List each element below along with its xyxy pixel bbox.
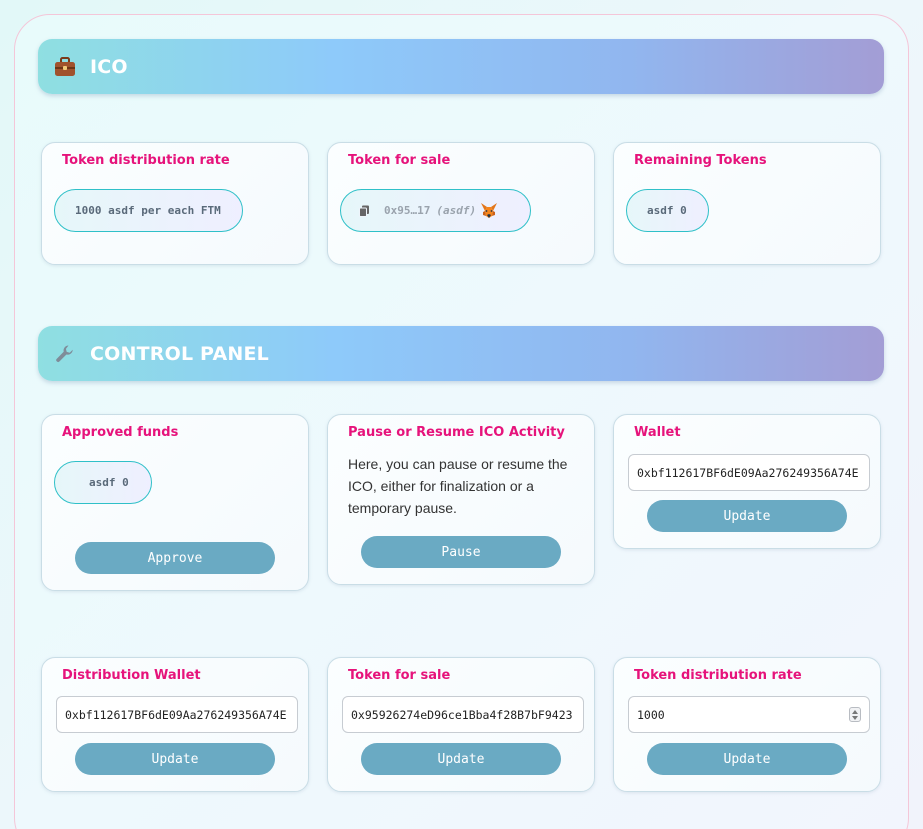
control-panel-header: CONTROL PANEL xyxy=(38,326,884,381)
wallet-update-button[interactable]: Update xyxy=(647,500,847,532)
token-address: 0x95…17 xyxy=(384,204,431,217)
distribution-rate-input-value: 1000 xyxy=(637,707,665,722)
pause-resume-card: Pause or Resume ICO Activity Here, you c… xyxy=(327,414,595,585)
control-panel-title: CONTROL PANEL xyxy=(90,342,269,365)
remaining-tokens-value: asdf 0 xyxy=(626,189,709,232)
number-stepper[interactable] xyxy=(849,707,861,722)
token-symbol: (asdf) xyxy=(436,204,477,217)
distribution-wallet-input[interactable]: 0xbf112617BF6dE09Aa276249356A74E xyxy=(56,696,298,733)
card-title: Wallet xyxy=(634,425,681,440)
copy-icon[interactable] xyxy=(359,205,370,217)
wallet-card: Wallet 0xbf112617BF6dE09Aa276249356A74E … xyxy=(613,414,881,549)
distribution-rate-update-button[interactable]: Update xyxy=(647,743,847,775)
approved-funds-card: Approved funds asdf 0 Approve xyxy=(41,414,309,591)
briefcase-icon xyxy=(54,56,76,78)
approve-button[interactable]: Approve xyxy=(75,542,275,574)
metamask-fox-icon[interactable] xyxy=(480,202,498,219)
distribution-rate-input[interactable]: 1000 xyxy=(628,696,870,733)
token-for-sale-edit-card: Token for sale 0x95926274eD96ce1Bba4f28B… xyxy=(327,657,595,792)
card-title: Approved funds xyxy=(62,425,179,440)
card-title: Token distribution rate xyxy=(634,668,802,683)
ico-section-header: ICO xyxy=(38,39,884,94)
card-title: Token for sale xyxy=(348,668,451,683)
approved-funds-value: asdf 0 xyxy=(54,461,152,504)
distribution-rate-edit-card: Token distribution rate 1000 Update xyxy=(613,657,881,792)
remaining-tokens-card: Remaining Tokens asdf 0 xyxy=(613,142,881,265)
token-for-sale-input[interactable]: 0x95926274eD96ce1Bba4f28B7bF9423 xyxy=(342,696,584,733)
pause-button[interactable]: Pause xyxy=(361,536,561,568)
card-title: Distribution Wallet xyxy=(62,668,201,683)
wallet-input[interactable]: 0xbf112617BF6dE09Aa276249356A74E xyxy=(628,454,870,491)
pause-resume-description: Here, you can pause or resume the ICO, e… xyxy=(348,456,568,516)
card-title: Pause or Resume ICO Activity xyxy=(348,425,565,440)
card-title: Remaining Tokens xyxy=(634,153,767,168)
wrench-icon xyxy=(54,343,76,365)
ico-section-title: ICO xyxy=(90,55,128,78)
card-title: Token for sale xyxy=(348,153,451,168)
distribution-rate-value: 1000 asdf per each FTM xyxy=(54,189,243,232)
distribution-wallet-update-button[interactable]: Update xyxy=(75,743,275,775)
card-title: Token distribution rate xyxy=(62,153,230,168)
token-address-pill: 0x95…17 (asdf) xyxy=(340,189,531,232)
distribution-wallet-card: Distribution Wallet 0xbf112617BF6dE09Aa2… xyxy=(41,657,309,792)
token-for-sale-card: Token for sale 0x95…17 (asdf) xyxy=(327,142,595,265)
token-for-sale-update-button[interactable]: Update xyxy=(361,743,561,775)
distribution-rate-card: Token distribution rate 1000 asdf per ea… xyxy=(41,142,309,265)
